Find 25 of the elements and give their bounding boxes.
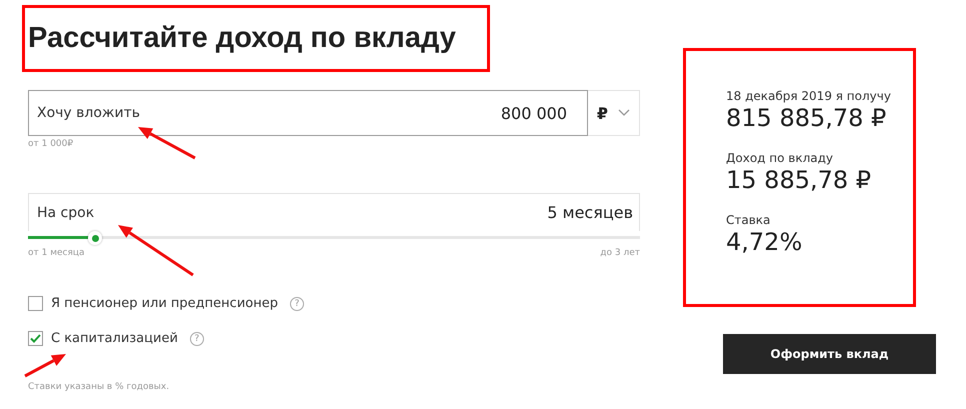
checkbox-label: С капитализацией	[51, 331, 178, 346]
result-label: Ставка	[726, 213, 772, 227]
field-label: Хочу вложить	[37, 105, 140, 121]
checkbox[interactable]	[28, 331, 43, 346]
currency-symbol: ₽	[596, 104, 608, 122]
result-value: 815 885,78 ₽	[726, 104, 888, 132]
result-value: 4,72%	[726, 228, 804, 256]
chevron-down-icon	[618, 109, 630, 117]
slider-handle[interactable]	[88, 231, 102, 245]
checkbox-label: Я пенсионер или предпенсионер	[51, 296, 278, 311]
submit-button[interactable]: Оформить вклад	[723, 334, 936, 374]
checkbox[interactable]	[28, 296, 43, 311]
field-value: 800 000	[500, 104, 567, 122]
result-label: 18 декабря 2019 я получу	[726, 89, 892, 103]
result-value: 15 885,78 ₽	[726, 166, 872, 194]
currency-dropdown[interactable]: ₽	[588, 90, 640, 136]
field-label: На срок	[37, 204, 94, 220]
field-hint: от 1 000₽	[28, 139, 74, 149]
footnote: Ставки указаны в % годовых.	[28, 382, 170, 392]
range-min-label: от 1 месяца	[28, 248, 85, 258]
range-max-label: до 3 лет	[600, 248, 640, 258]
result-label: Доход по вкладу	[726, 151, 834, 165]
field-value: 5 месяцев	[547, 203, 633, 222]
amount-input-field[interactable]: Хочу вложить 800 000	[28, 90, 588, 136]
page-title: Рассчитайте доход по вкладу	[28, 22, 456, 55]
